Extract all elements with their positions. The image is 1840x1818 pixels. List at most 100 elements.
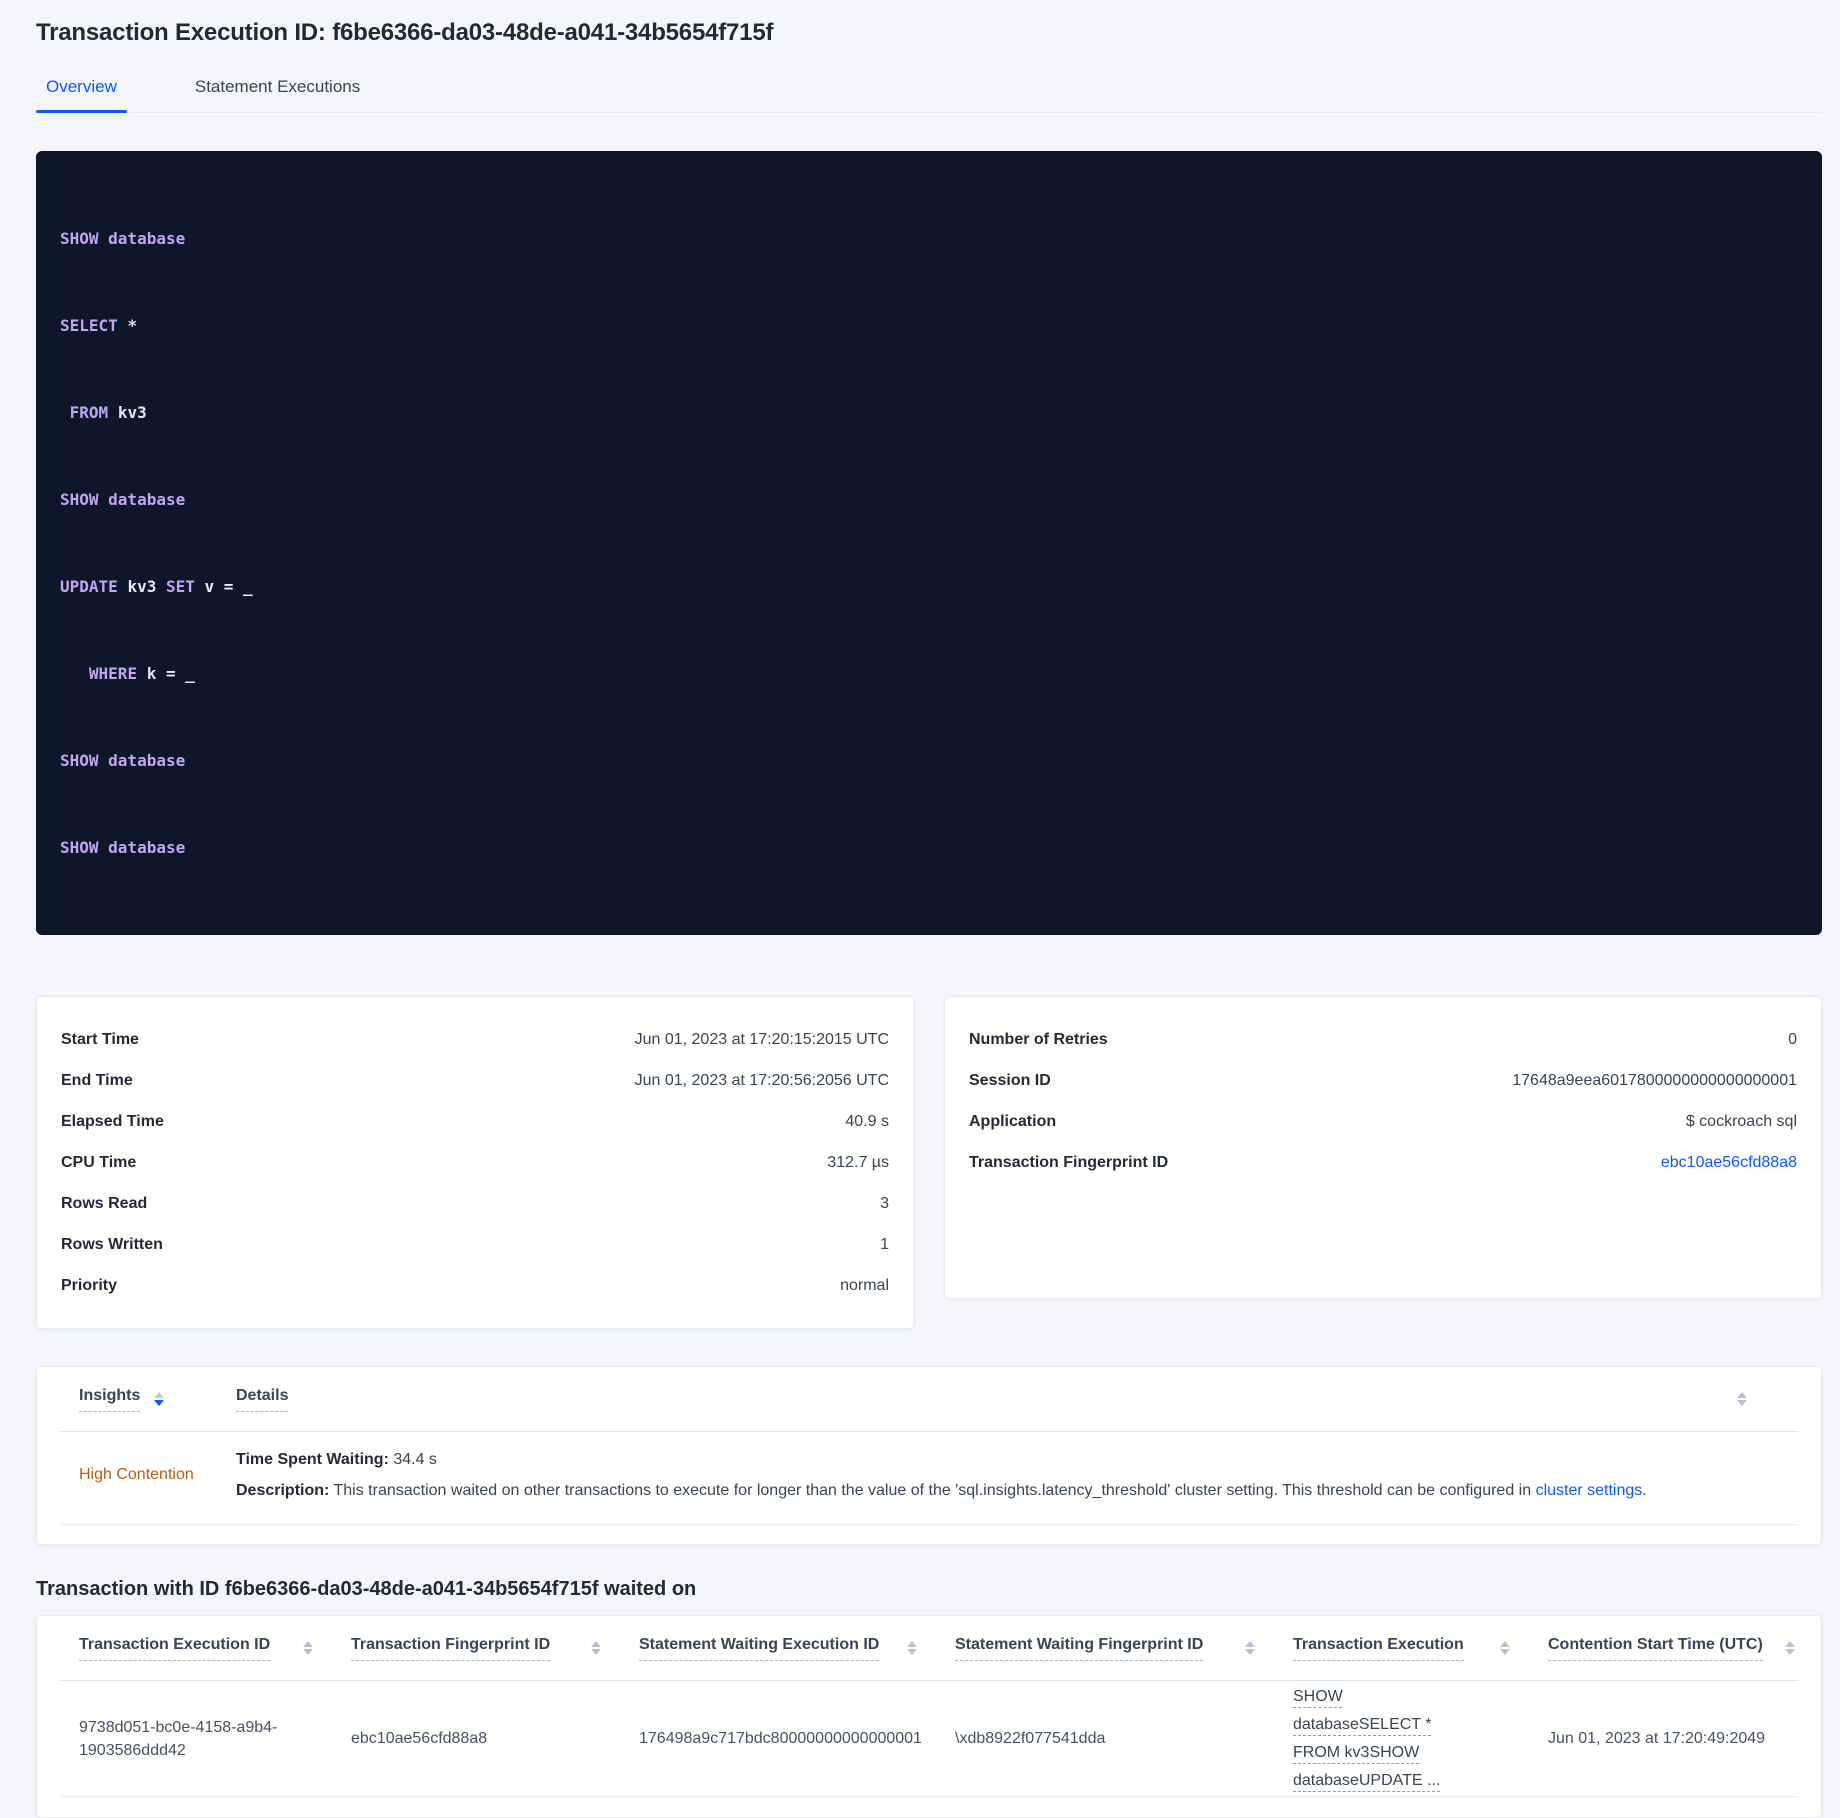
detail-value: 40.9 s <box>845 1112 889 1130</box>
detail-label: Rows Read <box>61 1194 148 1212</box>
sql-text: FROM <box>69 403 118 422</box>
detail-value: 3 <box>880 1194 889 1212</box>
insights-table-header: Insights Details <box>61 1367 1797 1431</box>
sql-line: SHOW database <box>60 833 1798 862</box>
sql-text: SELECT <box>60 316 128 335</box>
sort-down-icon <box>303 1649 313 1655</box>
detail-row-elapsed-time: Elapsed Time 40.9 s <box>61 1101 889 1142</box>
detail-label: Transaction Fingerprint ID <box>969 1153 1169 1171</box>
transaction-fingerprint-link[interactable]: ebc10ae56cfd88a8 <box>1661 1154 1797 1172</box>
detail-value: Jun 01, 2023 at 17:20:15:2015 UTC <box>634 1030 889 1048</box>
cell-stmt-waiting-fingerprint-id: \xdb8922f077541dda <box>937 1727 1275 1750</box>
cell-txn-execution-id: 9738d051-bc0e-4158-a9b4-1903586ddd42 <box>61 1716 333 1762</box>
sort-down-icon <box>1785 1649 1795 1655</box>
waiting-value: 34.4 s <box>388 1451 437 1468</box>
time-spent-waiting-line: Time Spent Waiting: 34.4 s <box>236 1444 1797 1475</box>
sort-down-icon <box>1500 1649 1510 1655</box>
detail-value: 17648a9eea6017800000000000000001 <box>1512 1071 1797 1089</box>
detail-label: End Time <box>61 1071 133 1089</box>
sort-down-icon <box>907 1649 917 1655</box>
sql-text: * <box>127 316 138 335</box>
column-label[interactable]: Contention Start Time (UTC) <box>1548 1636 1763 1661</box>
cell-value: 9738d051-bc0e-4158-a9b4-1903586ddd42 <box>79 1718 278 1759</box>
description-suffix: . <box>1642 1482 1647 1499</box>
sql-line: SHOW database <box>60 224 1798 253</box>
column-label[interactable]: Statement Waiting Execution ID <box>639 1636 880 1661</box>
details-column-label[interactable]: Details <box>236 1387 289 1412</box>
sql-text: SET <box>165 577 205 596</box>
column-label[interactable]: Transaction Execution ID <box>79 1636 271 1661</box>
tab-statement-executions[interactable]: Statement Executions <box>185 69 370 112</box>
detail-label: Priority <box>61 1276 118 1294</box>
row-divider <box>61 1524 1797 1525</box>
column-label[interactable]: Transaction Execution <box>1293 1636 1464 1661</box>
column-label[interactable]: Transaction Fingerprint ID <box>351 1636 551 1661</box>
detail-row-cpu-time: CPU Time 312.7 µs <box>61 1142 889 1183</box>
sort-up-icon <box>1737 1392 1747 1398</box>
tab-overview[interactable]: Overview <box>36 69 127 113</box>
waited-on-heading: Transaction with ID f6be6366-da03-48de-a… <box>36 1578 697 1600</box>
detail-row-rows-written: Rows Written 1 <box>61 1224 889 1265</box>
waited-table-header: Transaction Execution ID Transaction Fin… <box>61 1616 1797 1680</box>
cluster-settings-link[interactable]: cluster settings <box>1536 1482 1643 1499</box>
description-line: Description: This transaction waited on … <box>236 1475 1797 1506</box>
waiting-transaction-statements-link[interactable]: SHOW databaseSELECT * FROM kv3SHOW datab… <box>1293 1683 1465 1795</box>
sql-text: SHOW database <box>60 490 186 509</box>
sort-up-icon <box>1785 1641 1795 1647</box>
cell-stmt-waiting-execution-id: 176498a9c717bdc80000000000000001 <box>621 1727 937 1750</box>
column-label[interactable]: Statement Waiting Fingerprint ID <box>955 1636 1204 1661</box>
sql-text: kv3 <box>117 403 147 422</box>
detail-row-txn-fingerprint-id: Transaction Fingerprint ID ebc10ae56cfd8… <box>969 1142 1797 1183</box>
insights-column-label[interactable]: Insights <box>79 1387 141 1412</box>
sort-up-icon <box>907 1641 917 1647</box>
detail-row-rows-read: Rows Read 3 <box>61 1183 889 1224</box>
sort-icon[interactable] <box>1245 1641 1255 1655</box>
page-title: Transaction Execution ID: f6be6366-da03-… <box>36 19 774 46</box>
sort-down-icon <box>154 1400 165 1406</box>
cell-txn-fingerprint-id: ebc10ae56cfd88a8 <box>333 1727 621 1750</box>
detail-label: Elapsed Time <box>61 1112 164 1130</box>
sql-text: UPDATE <box>60 577 128 596</box>
sql-text: SHOW database <box>60 838 186 857</box>
detail-label: Application <box>969 1112 1057 1130</box>
sort-icon[interactable] <box>907 1641 917 1655</box>
session-details-card: Number of Retries 0 Session ID 17648a9ee… <box>944 996 1822 1299</box>
detail-value: 312.7 µs <box>827 1153 889 1171</box>
detail-row-retries: Number of Retries 0 <box>969 1019 1797 1060</box>
column-header-stmt-waiting-execution-id: Statement Waiting Execution ID <box>621 1636 937 1661</box>
detail-value: 1 <box>880 1235 889 1253</box>
sort-icon[interactable] <box>591 1641 601 1655</box>
detail-row-priority: Priority normal <box>61 1265 889 1306</box>
cell-value: 176498a9c717bdc80000000000000001 <box>639 1730 922 1747</box>
detail-row-start-time: Start Time Jun 01, 2023 at 17:20:15:2015… <box>61 1019 889 1060</box>
detail-value: 0 <box>1788 1030 1797 1048</box>
table-sort-icon[interactable] <box>1737 1392 1747 1406</box>
sort-down-icon <box>591 1649 601 1655</box>
insights-table-card: Insights Details High Contention Time Sp… <box>36 1366 1822 1545</box>
sql-line: FROM kv3 <box>60 398 1798 427</box>
detail-label: Rows Written <box>61 1235 163 1253</box>
cell-contention-start-time: Jun 01, 2023 at 17:20:49:2049 <box>1530 1727 1797 1750</box>
sort-up-icon <box>303 1641 313 1647</box>
detail-value: normal <box>840 1276 889 1294</box>
detail-value: $ cockroach sql <box>1685 1112 1797 1130</box>
sql-line: UPDATE kv3 SET v = _ <box>60 572 1798 601</box>
sql-text: SHOW database <box>60 751 186 770</box>
column-header-txn-execution: Transaction Execution <box>1275 1636 1530 1661</box>
sort-down-icon <box>1737 1400 1747 1406</box>
sort-icon[interactable] <box>1500 1641 1510 1655</box>
description-text: This transaction waited on other transac… <box>329 1482 1536 1499</box>
execution-details-card: Start Time Jun 01, 2023 at 17:20:15:2015… <box>36 996 914 1329</box>
sort-icon[interactable] <box>1785 1641 1795 1655</box>
detail-row-end-time: End Time Jun 01, 2023 at 17:20:56:2056 U… <box>61 1060 889 1101</box>
column-header-txn-execution-id: Transaction Execution ID <box>61 1636 333 1661</box>
waited-table-row: 9738d051-bc0e-4158-a9b4-1903586ddd42 ebc… <box>61 1681 1797 1796</box>
insights-sort-icon[interactable] <box>154 1392 165 1406</box>
summary-cards-row: Start Time Jun 01, 2023 at 17:20:15:2015… <box>36 996 1822 1329</box>
tab-bar: Overview Statement Executions <box>36 69 1822 113</box>
sort-icon[interactable] <box>303 1641 313 1655</box>
detail-label: Session ID <box>969 1071 1051 1089</box>
detail-value: Jun 01, 2023 at 17:20:56:2056 UTC <box>634 1071 889 1089</box>
